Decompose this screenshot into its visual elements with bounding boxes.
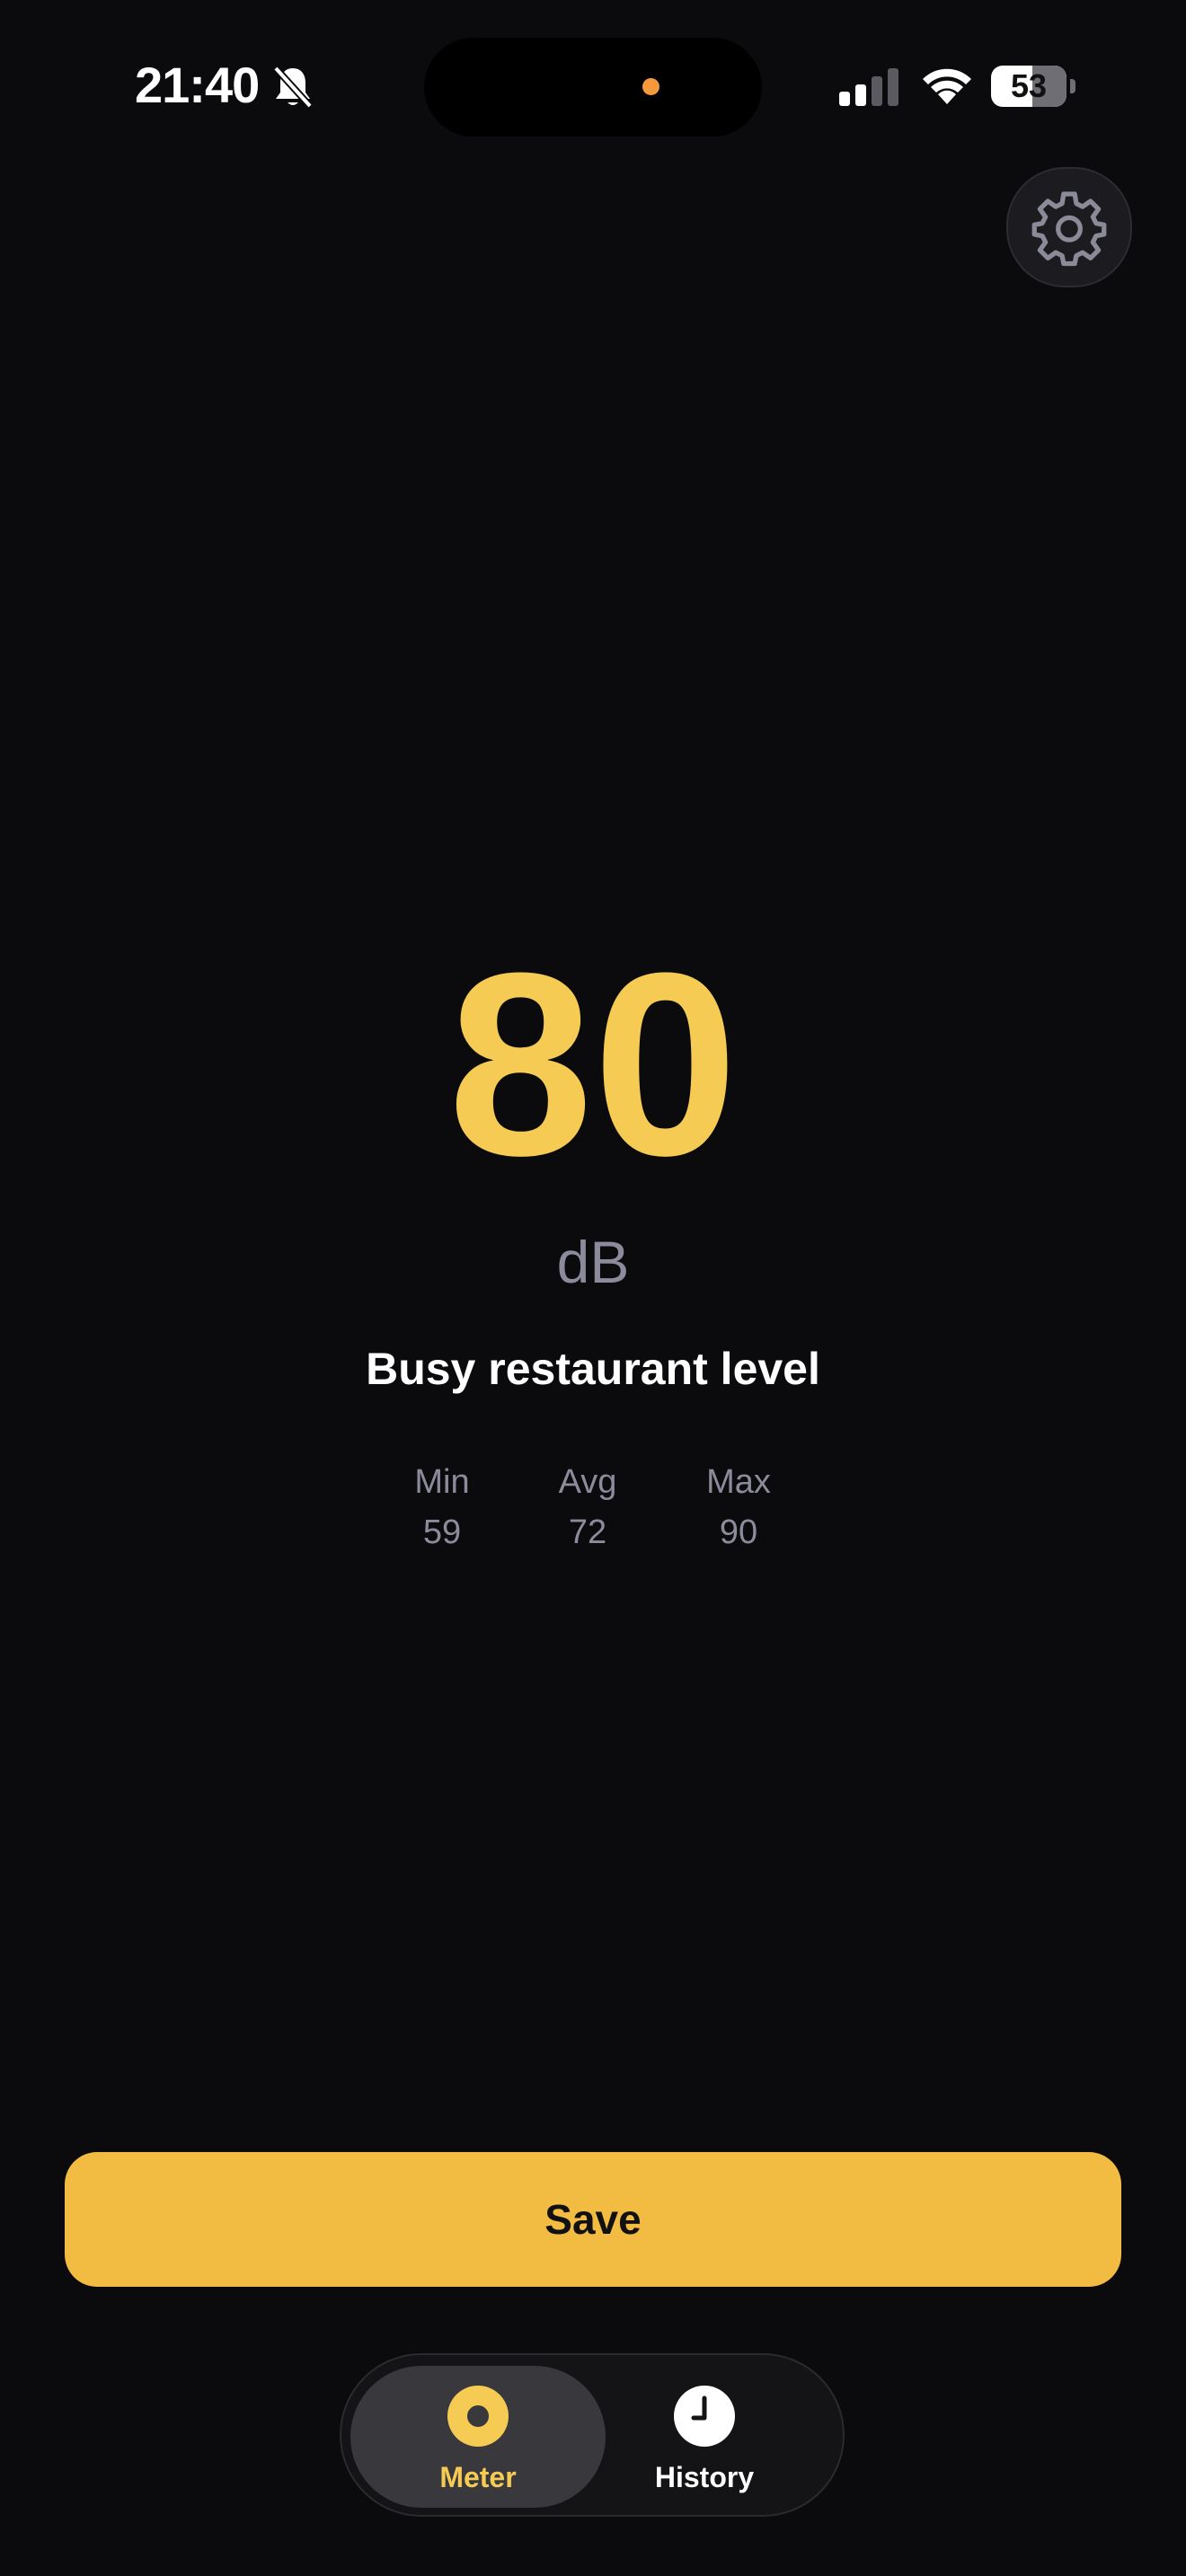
stat-value: 59 [422, 1513, 462, 1551]
status-time: 21:40 [135, 57, 260, 113]
settings-button[interactable] [1006, 167, 1132, 287]
save-button[interactable]: Save [65, 2152, 1121, 2287]
battery-level: 53 [1010, 67, 1048, 104]
decibel-value: 80 [447, 919, 739, 1210]
stat-value: 72 [568, 1513, 607, 1551]
stat-max: Max 90 [667, 1459, 810, 1559]
stat-min: Min 59 [370, 1459, 514, 1559]
dynamic-island [424, 38, 762, 137]
tab-meter[interactable]: Meter [350, 2366, 606, 2508]
stat-avg: Avg 72 [516, 1459, 659, 1559]
meter-dot-icon [447, 2386, 509, 2447]
wifi-icon [923, 68, 971, 104]
bell-off-icon [273, 66, 313, 109]
privacy-indicator [642, 78, 659, 95]
stat-label: Avg [558, 1463, 617, 1501]
stat-value: 90 [719, 1513, 758, 1551]
tab-label: History [654, 2461, 755, 2493]
tab-history[interactable]: History [577, 2366, 832, 2508]
decibel-unit: dB [556, 1229, 630, 1295]
cellular-signal-icon [839, 68, 898, 106]
clock-icon [674, 2386, 735, 2447]
battery-indicator: 53 [991, 66, 1067, 107]
tab-bar: Meter History [340, 2353, 845, 2517]
level-description: Busy restaurant level [366, 1344, 820, 1394]
battery-nub [1070, 79, 1075, 93]
gear-icon [1031, 191, 1107, 267]
stat-label: Max [706, 1463, 771, 1501]
tab-label: Meter [439, 2461, 517, 2493]
stat-label: Min [414, 1463, 470, 1501]
